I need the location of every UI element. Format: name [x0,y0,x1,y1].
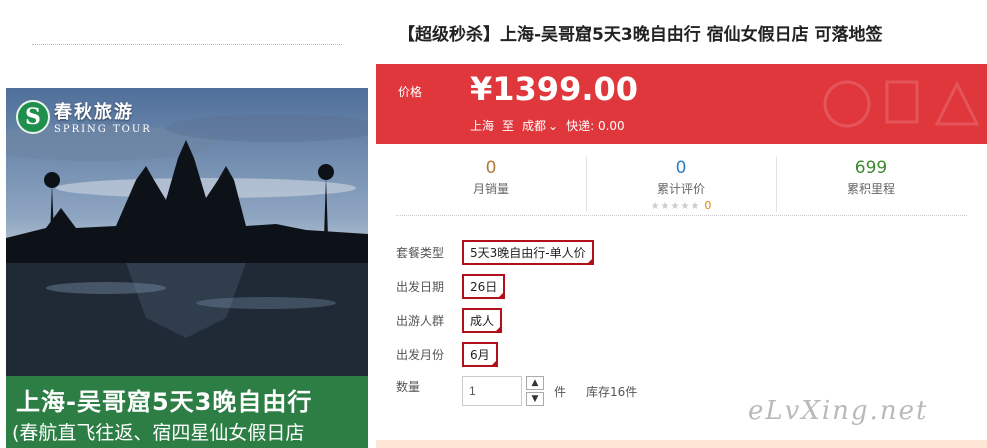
option-date: 出发日期 26日 [396,274,506,299]
option-label: 出发日期 [396,280,445,294]
chevron-down-icon: ⌄ [548,118,559,133]
destination-selector[interactable]: 成都 ⌄ [522,117,558,134]
stat-value: 0 [485,158,497,178]
selected-check-icon [494,325,503,333]
bottom-strip [376,440,987,448]
stats-bar: 0 月销量 0 累计评价 ★★★★★ 0 699 累积里程 [396,150,967,216]
stat-mileage: 699 累积里程 [776,158,966,197]
quantity-stepper: ▲ ▼ [526,376,544,406]
decorative-pattern-icon [823,80,980,128]
logo-text-cn: 春秋旅游 [54,102,134,123]
divider [32,44,342,45]
stat-label: 月销量 [472,182,509,196]
image-banner: 上海-吴哥窟5天3晚自由行 (春航直飞往返、宿四星仙女假日店 [6,376,368,448]
option-date-selected[interactable]: 26日 [462,274,506,299]
product-title: 【超级秒杀】上海-吴哥窟5天3晚自由行 宿仙女假日店 可落地签 [398,25,883,45]
destination-city: 成都 [522,119,547,133]
price-label: 价格 [398,85,423,99]
option-crowd: 出游人群 成人 [396,308,503,333]
route-to-label: 至 [502,119,515,133]
option-label: 出游人群 [396,314,445,328]
stat-monthly-sales: 0 月销量 [396,158,586,197]
quantity-input[interactable] [462,376,522,406]
rating-count: 0 [704,199,712,212]
option-crowd-selected[interactable]: 成人 [462,308,503,333]
rating-stars-icon: ★★★★★ 0 [650,199,712,212]
product-page: S 春秋旅游 SPRING TOUR 上海-吴哥窟5天3晚自由行 (春航直飞往返… [0,0,987,448]
price-value: ¥1399.00 [470,70,639,108]
decrease-button[interactable]: ▼ [526,392,544,406]
selected-check-icon [585,257,594,265]
option-label: 套餐类型 [396,246,445,260]
stat-value: 0 [675,158,687,178]
product-image[interactable]: S 春秋旅游 SPRING TOUR 上海-吴哥窟5天3晚自由行 (春航直飞往返… [6,88,368,448]
quantity-unit: 件 [554,385,567,399]
selected-check-icon [489,359,498,367]
shipping-route: 上海 至 成都 ⌄ 快递: 0.00 [470,117,625,134]
stat-reviews[interactable]: 0 累计评价 ★★★★★ 0 [586,158,776,212]
option-month-selected[interactable]: 6月 [462,342,498,367]
option-package-selected[interactable]: 5天3晚自由行-单人价 [462,240,594,265]
logo-text-en: SPRING TOUR [54,124,152,135]
stat-label: 累积里程 [846,182,895,196]
brand-logo: S 春秋旅游 SPRING TOUR [16,98,152,135]
option-month: 出发月份 6月 [396,342,498,367]
increase-button[interactable]: ▲ [526,376,544,390]
option-label: 出发月份 [396,348,445,362]
watermark: eLvXing.net [748,396,929,426]
stock-count: 库存16件 [586,385,638,399]
banner-title: 上海-吴哥窟5天3晚自由行 [16,388,313,416]
stat-value: 699 [854,158,888,178]
origin-city: 上海 [470,119,495,133]
stat-label: 累计评价 [656,182,705,196]
product-info: 【超级秒杀】上海-吴哥窟5天3晚自由行 宿仙女假日店 可落地签 价格 ¥1399… [376,0,987,448]
delivery-fee: 快递: 0.00 [566,119,625,133]
price-panel: 价格 ¥1399.00 上海 至 成都 ⌄ 快递: 0.00 [376,64,987,144]
option-quantity: 数量 ▲ ▼ 件 库存16件 [396,376,637,406]
banner-subtitle: (春航直飞往返、宿四星仙女假日店 [12,422,305,444]
logo-mark-icon: S [16,99,50,134]
selected-check-icon [497,291,506,299]
option-package: 套餐类型 5天3晚自由行-单人价 [396,240,594,265]
option-label: 数量 [396,380,421,394]
